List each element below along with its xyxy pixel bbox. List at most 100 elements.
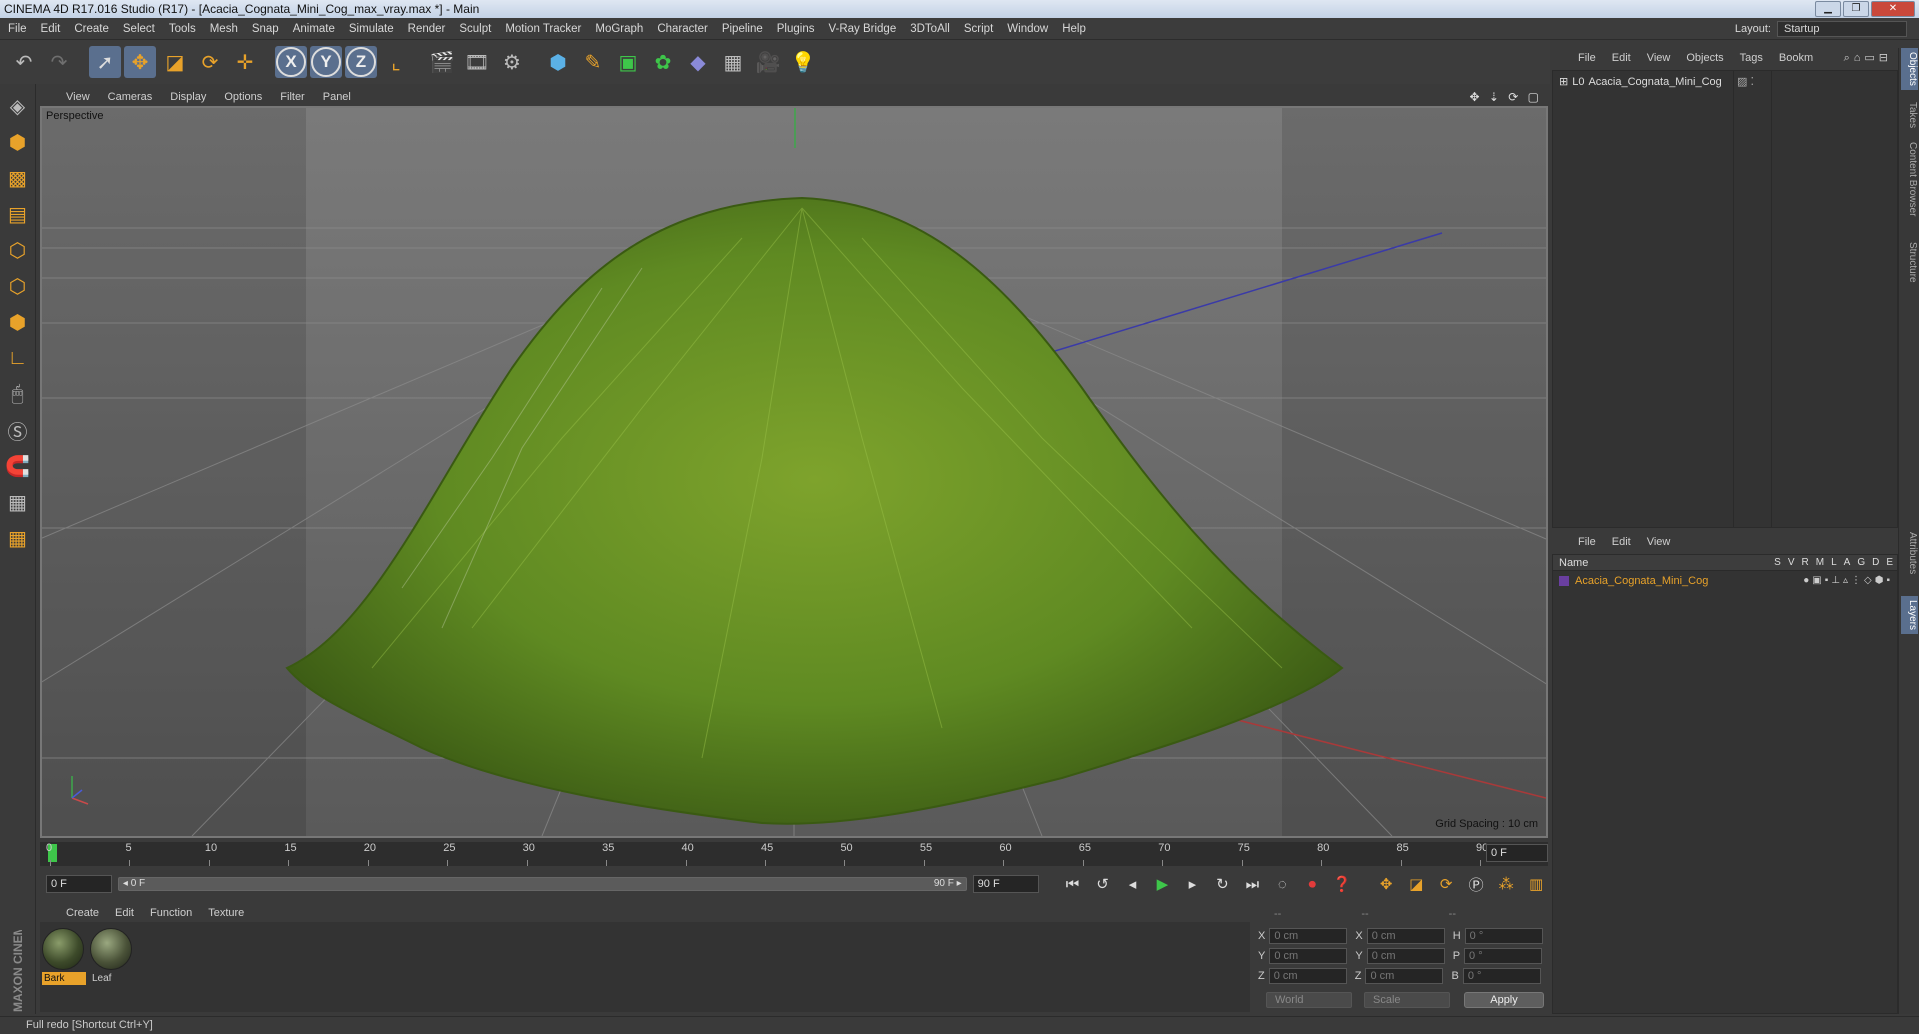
viewport-navigation-icons[interactable]: ✥ ⇣ ⟳ ▢ — [1469, 90, 1542, 104]
menu-vray-bridge[interactable]: V-Ray Bridge — [828, 23, 896, 35]
coordinate-mode-dropdown[interactable]: World — [1266, 992, 1352, 1008]
subdivision-icon[interactable]: ▣ — [612, 46, 644, 78]
menu-character[interactable]: Character — [657, 23, 708, 35]
menu-edit[interactable]: Edit — [41, 23, 61, 35]
previous-frame-icon[interactable]: ◂ — [1121, 872, 1145, 896]
previous-key-icon[interactable]: ↺ — [1091, 872, 1115, 896]
menu-select[interactable]: Select — [123, 23, 155, 35]
position-z-field[interactable]: 0 cm — [1268, 968, 1347, 984]
tab-objects[interactable]: Objects — [1901, 48, 1918, 90]
frame-range-slider[interactable]: ◂ 0 F 90 F ▸ — [117, 877, 967, 891]
menu-simulate[interactable]: Simulate — [349, 23, 394, 35]
edges-mode-icon[interactable]: ⬡ — [3, 270, 33, 302]
size-x-field[interactable]: 0 cm — [1366, 928, 1445, 944]
layer-name[interactable]: Acacia_Cognata_Mini_Cog — [1575, 575, 1708, 587]
y-axis-toggle[interactable]: Y — [310, 46, 342, 78]
go-to-end-icon[interactable]: ⏭ — [1240, 872, 1264, 896]
layer-menu-view[interactable]: View — [1647, 536, 1671, 548]
snap-icon[interactable]: 🧲 — [3, 450, 33, 482]
polygons-mode-icon[interactable]: ⬢ — [3, 306, 33, 338]
tab-structure[interactable]: Structure — [1901, 238, 1918, 287]
menu-window[interactable]: Window — [1007, 23, 1048, 35]
viewport-menu-options[interactable]: Options — [224, 91, 262, 103]
position-y-field[interactable]: 0 cm — [1269, 948, 1348, 964]
menu-script[interactable]: Script — [964, 23, 993, 35]
object-menu-tags[interactable]: Tags — [1740, 52, 1763, 64]
rotate-tool-icon[interactable]: ⟳ — [194, 46, 226, 78]
material-bark[interactable]: Bark — [42, 928, 86, 986]
object-menu-edit[interactable]: Edit — [1612, 52, 1631, 64]
expand-icon[interactable]: ⊞ — [1559, 75, 1568, 88]
end-frame-field[interactable]: 90 F — [972, 875, 1039, 893]
undo-icon[interactable]: ↶ — [8, 46, 40, 78]
size-y-field[interactable]: 0 cm — [1366, 948, 1445, 964]
go-to-start-icon[interactable]: ⏮ — [1061, 872, 1085, 896]
workplane-lock-icon[interactable]: ▦ — [3, 486, 33, 518]
play-icon[interactable]: ▶ — [1150, 872, 1174, 896]
rotation-p-field[interactable]: 0 ° — [1464, 948, 1543, 964]
object-menu-objects[interactable]: Objects — [1686, 52, 1723, 64]
menu-mesh[interactable]: Mesh — [210, 23, 238, 35]
render-settings-icon[interactable]: ⚙ — [496, 46, 528, 78]
viewport-menu-display[interactable]: Display — [170, 91, 206, 103]
rotation-h-field[interactable]: 0 ° — [1464, 928, 1543, 944]
object-menu-bookmarks[interactable]: Bookm — [1779, 52, 1813, 64]
key-pla-icon[interactable]: ⁂ — [1494, 872, 1518, 896]
points-mode-icon[interactable]: ⬡ — [3, 234, 33, 266]
live-selection-icon[interactable]: ➚ — [89, 46, 121, 78]
record-active-objects-icon[interactable]: ⏺ — [1300, 872, 1324, 896]
menu-file[interactable]: File — [8, 23, 27, 35]
layer-menu-edit[interactable]: Edit — [1612, 536, 1631, 548]
start-frame-field[interactable]: 0 F — [46, 875, 112, 893]
maximize-button[interactable]: ❐ — [1843, 1, 1869, 17]
menu-create[interactable]: Create — [74, 23, 109, 35]
next-key-icon[interactable]: ↻ — [1210, 872, 1234, 896]
position-x-field[interactable]: 0 cm — [1269, 928, 1348, 944]
x-axis-toggle[interactable]: X — [275, 46, 307, 78]
size-z-field[interactable]: 0 cm — [1365, 968, 1444, 984]
tab-takes[interactable]: Takes — [1901, 98, 1918, 132]
autokeying-icon[interactable]: ❓ — [1330, 872, 1354, 896]
texture-mode-icon[interactable]: ▩ — [3, 162, 33, 194]
light-icon[interactable]: 💡 — [787, 46, 819, 78]
key-scale-icon[interactable]: ◪ — [1404, 872, 1428, 896]
model-mode-icon[interactable]: ⬢ — [3, 126, 33, 158]
menu-sculpt[interactable]: Sculpt — [459, 23, 491, 35]
motion-record-icon[interactable]: ◌ — [1270, 872, 1294, 896]
tab-content-browser[interactable]: Content Browser — [1901, 138, 1918, 220]
material-menu-function[interactable]: Function — [150, 907, 192, 919]
tab-layers[interactable]: Layers — [1901, 596, 1918, 635]
menu-pipeline[interactable]: Pipeline — [722, 23, 763, 35]
menu-render[interactable]: Render — [408, 23, 446, 35]
recent-tool-icon[interactable]: ✛ — [229, 46, 261, 78]
menu-snap[interactable]: Snap — [252, 23, 279, 35]
menu-tools[interactable]: Tools — [169, 23, 196, 35]
object-manager-tools-icons[interactable]: ⌕⌂▭⊟ — [1844, 51, 1892, 65]
redo-icon[interactable]: ↷ — [43, 46, 75, 78]
current-frame-field[interactable]: 0 F — [1486, 844, 1548, 862]
timeline-ruler[interactable]: 0 5 10 15 20 25 30 35 40 45 50 55 60 65 70 75 80 85 90 0 F — [40, 842, 1548, 866]
material-menu-create[interactable]: Create — [66, 907, 99, 919]
menu-animate[interactable]: Animate — [293, 23, 335, 35]
workplane-mode-icon[interactable]: ▤ — [3, 198, 33, 230]
material-menu-texture[interactable]: Texture — [208, 907, 244, 919]
viewport-menu-panel[interactable]: Panel — [323, 91, 351, 103]
object-name[interactable]: Acacia_Cognata_Mini_Cog — [1588, 76, 1721, 88]
solo-mode-icon[interactable]: Ⓢ — [3, 414, 33, 446]
size-mode-dropdown[interactable]: Scale — [1364, 992, 1450, 1008]
axis-mode-icon[interactable]: ∟ — [3, 342, 33, 374]
z-axis-toggle[interactable]: Z — [345, 46, 377, 78]
minimize-button[interactable]: ▁ — [1815, 1, 1841, 17]
menu-motion-tracker[interactable]: Motion Tracker — [505, 23, 581, 35]
object-menu-file[interactable]: File — [1578, 52, 1596, 64]
key-parameter-icon[interactable]: Ⓟ — [1464, 872, 1488, 896]
material-leaf[interactable]: Leaf — [90, 928, 134, 986]
floor-icon[interactable]: ▦ — [717, 46, 749, 78]
planar-workplane-icon[interactable]: ▦ — [3, 522, 33, 554]
move-tool-icon[interactable]: ✥ — [124, 46, 156, 78]
viewport-menu-view[interactable]: View — [66, 91, 90, 103]
menu-plugins[interactable]: Plugins — [777, 23, 815, 35]
next-frame-icon[interactable]: ▸ — [1180, 872, 1204, 896]
timeline-window-icon[interactable]: ▥ — [1524, 872, 1548, 896]
key-position-icon[interactable]: ✥ — [1374, 872, 1398, 896]
